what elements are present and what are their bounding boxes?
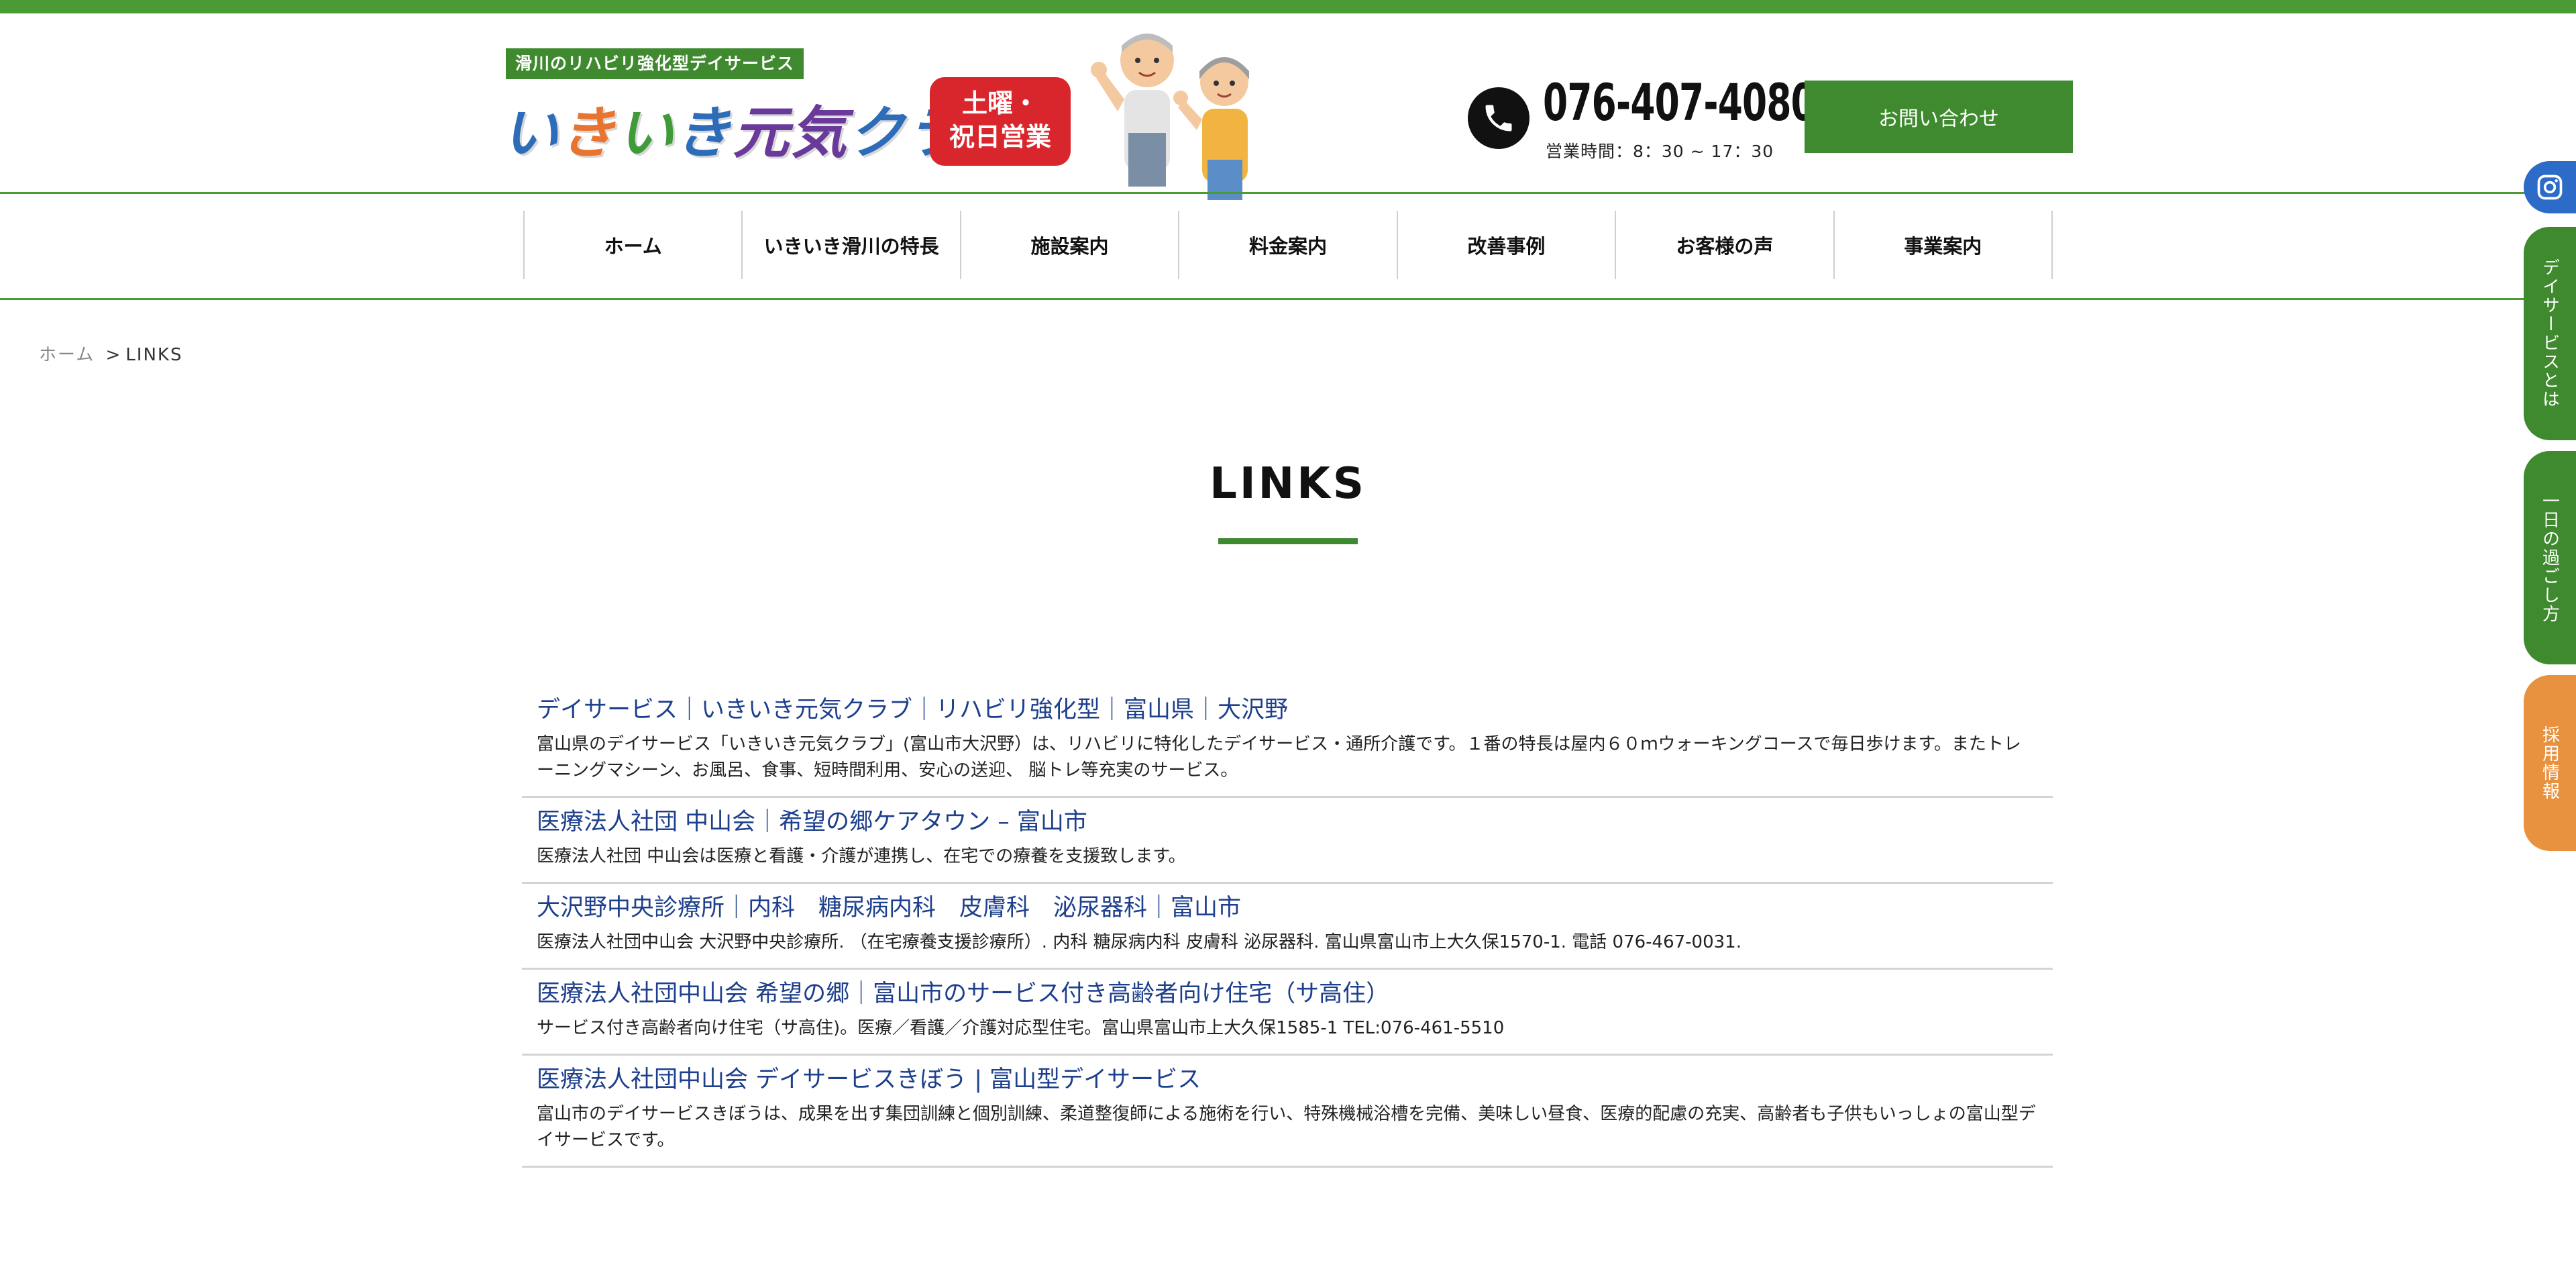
links-list: デイサービス｜いきいき元気クラブ｜リハビリ強化型｜富山県｜大沢野 富山県のデイサ… <box>522 686 2053 1168</box>
link-title[interactable]: 医療法人社団中山会 デイサービスきぼう | 富山型デイサービス <box>537 1062 2038 1097</box>
site-header: 滑川のリハビリ強化型デイサービス いきいき元気クラブ 土曜・ 祝日営業 076-… <box>0 13 2576 200</box>
breadcrumb-home-link[interactable]: ホーム <box>39 345 95 365</box>
weekend-open-badge: 土曜・ 祝日営業 <box>930 77 1071 166</box>
side-tab-about-dayservice[interactable]: デイサービスとは <box>2524 227 2576 440</box>
link-entry: 大沢野中央診療所｜内科 糖尿病内科 皮膚科 泌尿器科｜富山市 医療法人社団中山会… <box>522 884 2053 970</box>
title-underline <box>1218 538 1358 544</box>
nav-item-cases[interactable]: 改善事例 <box>1396 211 1615 279</box>
link-title[interactable]: 医療法人社団中山会 希望の郷｜富山市のサービス付き高齢者向け住宅（サ高住） <box>537 976 2038 1011</box>
logo-char: 元気 <box>733 100 849 166</box>
link-entry: 医療法人社団 中山会｜希望の郷ケアタウン – 富山市 医療法人社団 中山会は医療… <box>522 798 2053 884</box>
nav-item-testimonials[interactable]: お客様の声 <box>1615 211 1833 279</box>
main-nav: ホーム いきいき滑川の特長 施設案内 料金案内 改善事例 お客様の声 事業案内 <box>523 211 2053 279</box>
site-tagline: 滑川のリハビリ強化型デイサービス <box>506 48 804 79</box>
link-description: サービス付き高齢者向け住宅（サ高住)。医療／看護／介護対応型住宅。富山県富山市上… <box>537 1018 1505 1038</box>
breadcrumb-current: LINKS <box>125 345 183 365</box>
link-entry: デイサービス｜いきいき元気クラブ｜リハビリ強化型｜富山県｜大沢野 富山県のデイサ… <box>522 686 2053 798</box>
link-title[interactable]: 大沢野中央診療所｜内科 糖尿病内科 皮膚科 泌尿器科｜富山市 <box>537 891 2038 925</box>
badge-line: 祝日営業 <box>949 122 1051 152</box>
link-description: 医療法人社団 中山会は医療と看護・介護が連携し、在宅での療養を支援致します。 <box>537 846 1186 866</box>
nav-item-pricing[interactable]: 料金案内 <box>1178 211 1396 279</box>
header-divider <box>0 192 2576 194</box>
phone-icon <box>1468 87 1529 149</box>
logo-char: い <box>502 100 560 166</box>
side-tab-daily-schedule[interactable]: 一日の過ごし方 <box>2524 451 2576 664</box>
link-title[interactable]: デイサービス｜いきいき元気クラブ｜リハビリ強化型｜富山県｜大沢野 <box>537 693 2038 727</box>
breadcrumb: ホーム > LINKS <box>39 341 182 366</box>
page-title: LINKS <box>1210 459 1366 509</box>
instagram-icon[interactable] <box>2524 161 2576 213</box>
link-description: 富山県のデイサービス「いきいき元気クラブ」(富山市大沢野）は、リハビリに特化した… <box>537 734 2021 780</box>
business-hours: 営業時間：8：30 ~ 17：30 <box>1546 142 1774 161</box>
link-entry: 医療法人社団中山会 デイサービスきぼう | 富山型デイサービス 富山市のデイサー… <box>522 1056 2053 1168</box>
nav-item-business[interactable]: 事業案内 <box>1833 211 2053 279</box>
badge-line: 土曜・ <box>961 89 1038 118</box>
nav-item-features[interactable]: いきいき滑川の特長 <box>741 211 959 279</box>
nav-item-home[interactable]: ホーム <box>523 211 741 279</box>
logo-char: い <box>617 100 676 166</box>
link-description: 医療法人社団中山会 大沢野中央診療所. （在宅療養支援診療所）. 内科 糖尿病内… <box>537 932 1741 952</box>
phone-number[interactable]: 076-407-4080 <box>1543 72 1816 132</box>
logo-char: き <box>675 100 733 166</box>
side-tab-recruit[interactable]: 採用情報 <box>2524 675 2576 851</box>
top-accent-bar <box>0 0 2576 13</box>
elderly-couple-illustration <box>1091 34 1249 200</box>
link-entry: 医療法人社団中山会 希望の郷｜富山市のサービス付き高齢者向け住宅（サ高住） サー… <box>522 970 2053 1056</box>
nav-divider <box>0 298 2576 300</box>
link-title[interactable]: 医療法人社団 中山会｜希望の郷ケアタウン – 富山市 <box>537 805 2038 840</box>
contact-button[interactable]: お問い合わせ <box>1805 81 2073 153</box>
link-description: 富山市のデイサービスきぼうは、成果を出す集団訓練と個別訓練、柔道整復師による施術… <box>537 1104 2036 1150</box>
logo-char: き <box>559 100 618 166</box>
nav-item-facility[interactable]: 施設案内 <box>959 211 1178 279</box>
breadcrumb-separator: > <box>105 345 122 365</box>
